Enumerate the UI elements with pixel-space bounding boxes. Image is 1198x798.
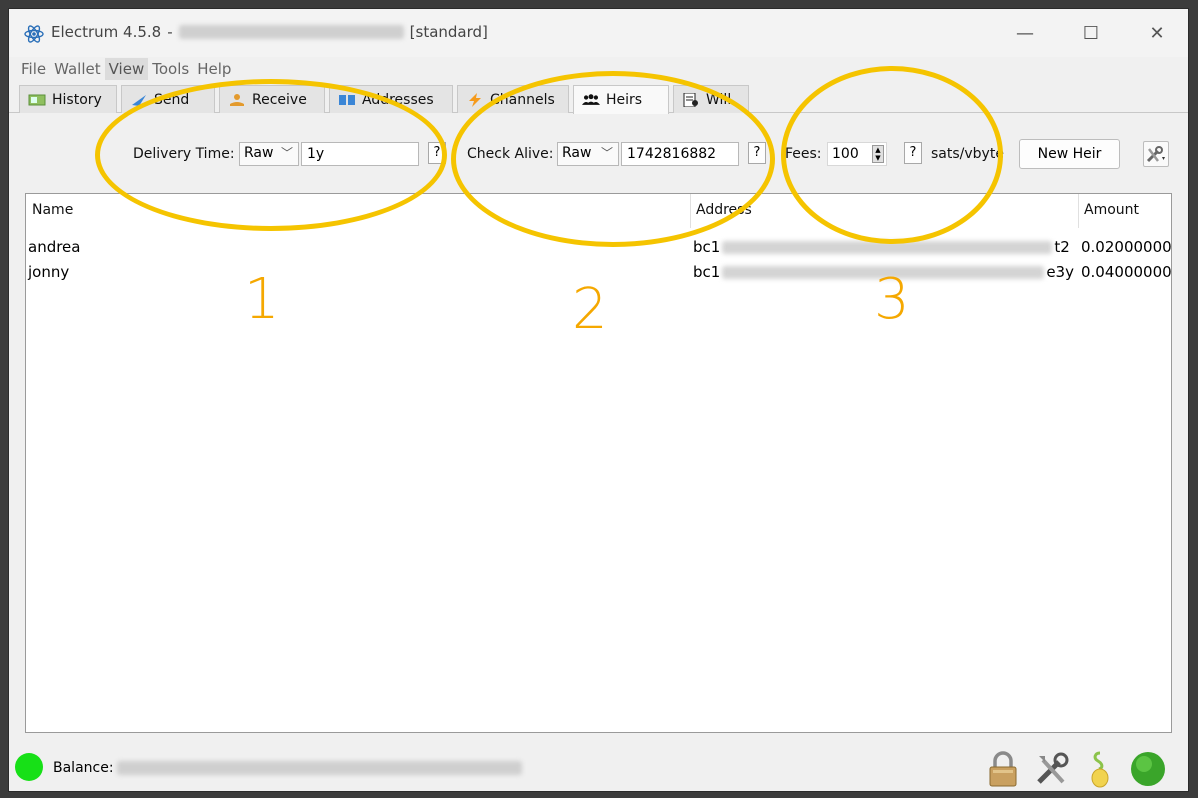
- menu-file[interactable]: File: [17, 58, 50, 80]
- close-button[interactable]: ✕: [1134, 9, 1180, 57]
- wallet-mode: [standard]: [409, 23, 488, 41]
- lock-icon[interactable]: [984, 750, 1022, 788]
- menu-tools[interactable]: Tools: [148, 58, 193, 80]
- heirs-icon: [582, 94, 600, 105]
- will-icon: [683, 92, 698, 107]
- maximize-button[interactable]: ☐: [1068, 9, 1114, 57]
- check-alive-unit-select[interactable]: Raw ﹀: [557, 142, 619, 166]
- delivery-time-help-button[interactable]: ?: [428, 142, 446, 164]
- heir-amount: 0.02000000: [1081, 238, 1172, 256]
- fees-label: Fees:: [785, 146, 822, 162]
- check-alive-label: Check Alive:: [467, 146, 554, 162]
- column-header-address[interactable]: Address: [696, 202, 752, 218]
- tab-bar: History Send Receive Addresses Channels …: [9, 83, 1188, 114]
- address-redacted: [722, 241, 1053, 254]
- network-status-icon[interactable]: [15, 753, 43, 781]
- electrum-window: Electrum 4.5.8 - [standard] — ☐ ✕ File W…: [8, 8, 1189, 792]
- menu-wallet[interactable]: Wallet: [50, 58, 105, 80]
- menu-bar: File Wallet View Tools Help: [9, 57, 1188, 81]
- delivery-time-unit-value: Raw: [244, 145, 274, 161]
- tab-label: Channels: [490, 91, 555, 108]
- balance-value-redacted: [117, 761, 522, 775]
- menu-help[interactable]: Help: [193, 58, 235, 80]
- heirs-toolbar: Delivery Time: Raw ﹀ 1y ? Check Alive: R…: [9, 139, 1188, 169]
- column-header-amount[interactable]: Amount: [1084, 202, 1139, 218]
- addresses-icon: [339, 94, 355, 105]
- table-row[interactable]: andrea bc1 t2 0.02000000: [26, 238, 1172, 262]
- tab-label: Addresses: [362, 91, 434, 108]
- preferences-icon[interactable]: [1033, 750, 1071, 788]
- window-title: Electrum 4.5.8 - [standard]: [51, 23, 488, 41]
- tab-history[interactable]: History: [19, 85, 117, 113]
- heir-amount: 0.04000000: [1081, 263, 1172, 281]
- heir-name: jonny: [28, 263, 70, 281]
- tab-label: Receive: [252, 91, 307, 108]
- column-divider: [690, 194, 691, 228]
- fees-unit-label: sats/vbyte: [931, 146, 1004, 162]
- receive-icon: [230, 93, 244, 106]
- check-alive-unit-value: Raw: [562, 145, 592, 161]
- send-icon: [132, 94, 146, 106]
- tab-label: Will: [706, 91, 732, 108]
- tab-heirs[interactable]: Heirs: [573, 85, 669, 114]
- seed-icon[interactable]: [1081, 750, 1119, 788]
- delivery-time-label: Delivery Time:: [133, 146, 235, 162]
- tab-label: Send: [154, 91, 190, 108]
- heirs-table: Name Address Amount andrea bc1 t2 0.02000…: [25, 193, 1172, 733]
- heir-name: andrea: [28, 238, 81, 256]
- column-divider: [1078, 194, 1079, 228]
- network-status-indicator-icon[interactable]: [1129, 750, 1167, 788]
- wallet-name-redacted: [178, 25, 404, 39]
- tools-icon: [1146, 146, 1165, 163]
- spinner-arrows-icon[interactable]: ▲ ▼: [872, 145, 884, 163]
- fees-value: 100: [832, 146, 859, 162]
- chevron-down-icon: ﹀: [600, 146, 613, 160]
- status-bar: Balance:: [9, 744, 1188, 791]
- history-icon: [28, 94, 46, 105]
- title-bar: Electrum 4.5.8 - [standard] — ☐ ✕: [9, 9, 1188, 57]
- tab-will[interactable]: Will: [673, 85, 749, 113]
- column-header-name[interactable]: Name: [32, 202, 73, 218]
- balance-label: Balance:: [53, 760, 114, 776]
- check-alive-input[interactable]: 1742816882: [621, 142, 739, 166]
- tab-receive[interactable]: Receive: [219, 85, 325, 113]
- tab-addresses[interactable]: Addresses: [329, 85, 453, 113]
- delivery-time-unit-select[interactable]: Raw ﹀: [239, 142, 299, 166]
- fees-spinbox[interactable]: 100 ▲ ▼: [827, 142, 887, 166]
- menu-view[interactable]: View: [104, 58, 149, 80]
- check-alive-help-button[interactable]: ?: [748, 142, 766, 164]
- tools-button[interactable]: [1143, 141, 1169, 167]
- title-separator: -: [167, 23, 173, 41]
- delivery-time-input[interactable]: 1y: [301, 142, 419, 166]
- app-name: Electrum 4.5.8: [51, 23, 162, 41]
- annotation-number-2: 2: [572, 277, 608, 342]
- lightning-icon: [469, 92, 481, 107]
- tab-send[interactable]: Send: [121, 85, 215, 113]
- new-heir-button[interactable]: New Heir: [1019, 139, 1120, 169]
- chevron-down-icon: ﹀: [280, 146, 293, 160]
- fees-help-button[interactable]: ?: [904, 142, 922, 164]
- electrum-logo-icon: [24, 25, 44, 43]
- tab-label: History: [52, 91, 102, 108]
- tab-channels[interactable]: Channels: [457, 85, 569, 113]
- heir-address: bc1 t2: [693, 238, 1070, 256]
- tab-label: Heirs: [606, 92, 643, 108]
- minimize-button[interactable]: —: [1002, 9, 1048, 57]
- annotation-number-1: 1: [244, 267, 280, 332]
- annotation-number-3: 3: [874, 267, 910, 332]
